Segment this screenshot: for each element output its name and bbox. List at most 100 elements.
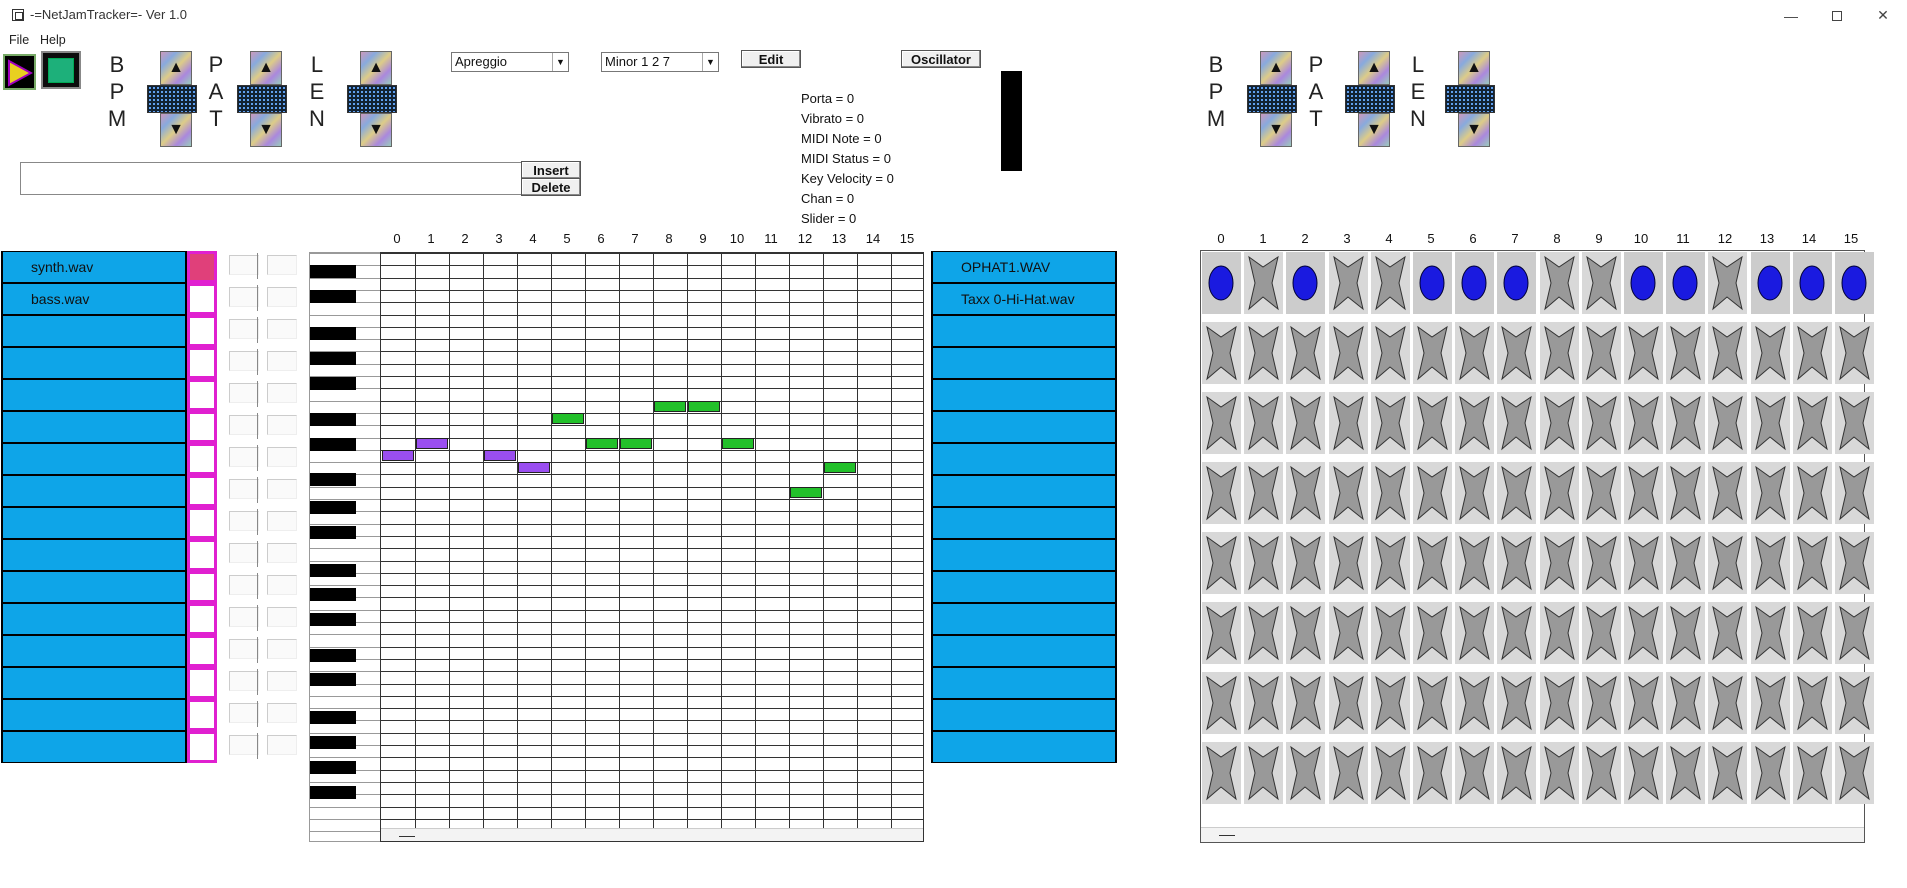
drum-cell[interactable] [1413, 532, 1452, 594]
slider-knob[interactable] [257, 253, 265, 279]
drum-cell[interactable] [1370, 252, 1410, 314]
drum-cell[interactable] [1708, 322, 1748, 384]
volume-slider[interactable] [229, 351, 259, 371]
drum-cell[interactable] [1497, 322, 1537, 384]
drum-cell[interactable] [1244, 252, 1284, 314]
drum-cell[interactable] [1708, 672, 1748, 734]
drum-cell[interactable] [1497, 532, 1537, 594]
volume-slider-pair[interactable] [225, 347, 299, 379]
drum-cell[interactable] [1708, 532, 1748, 594]
volume-slider-pair[interactable] [225, 251, 299, 283]
drum-cell[interactable] [1666, 252, 1706, 314]
drum-cell[interactable] [1244, 392, 1284, 454]
drum-cell[interactable] [1413, 322, 1452, 384]
pan-slider[interactable] [267, 703, 297, 723]
drum-cell[interactable] [1792, 322, 1832, 384]
instrument-row[interactable] [931, 507, 1117, 539]
piano-black-key[interactable] [310, 526, 356, 539]
drum-cell[interactable] [1455, 672, 1495, 734]
instrument-row[interactable] [931, 571, 1117, 603]
slider-knob[interactable] [257, 573, 265, 599]
menu-help[interactable]: Help [40, 33, 66, 47]
mute-toggle[interactable] [187, 315, 217, 347]
minimize-button[interactable]: — [1768, 0, 1814, 31]
roll-note[interactable] [484, 449, 516, 461]
drum-cell[interactable] [1581, 462, 1621, 524]
pan-slider[interactable] [267, 447, 297, 467]
drum-cell[interactable] [1370, 392, 1410, 454]
drum-cell[interactable] [1666, 672, 1706, 734]
drum-cell[interactable] [1792, 532, 1832, 594]
drum-cell[interactable] [1328, 532, 1368, 594]
mute-toggle[interactable] [187, 475, 217, 507]
slider-knob[interactable] [257, 317, 265, 343]
pat-down-button[interactable]: ▼ [250, 113, 282, 147]
drum-cell[interactable] [1328, 602, 1368, 664]
drum-cell[interactable] [1581, 252, 1621, 314]
drum-cell[interactable] [1750, 392, 1790, 454]
len-stepper[interactable]: ▲ ▼ [347, 51, 397, 147]
piano-black-key[interactable] [310, 761, 356, 774]
drum-cell[interactable] [1244, 742, 1284, 804]
drum-cell[interactable] [1202, 602, 1241, 664]
instrument-row[interactable] [931, 539, 1117, 571]
slider-knob[interactable] [257, 445, 265, 471]
mute-toggle[interactable] [187, 667, 217, 699]
drum-cell[interactable] [1286, 742, 1326, 804]
volume-slider-pair[interactable] [225, 539, 299, 571]
piano-keyboard[interactable] [309, 252, 382, 842]
drum-cell[interactable] [1244, 322, 1284, 384]
drum-cell[interactable] [1286, 252, 1326, 314]
drum-cell[interactable] [1666, 532, 1706, 594]
drum-cell[interactable] [1413, 672, 1452, 734]
instrument-row[interactable] [1, 347, 187, 379]
drum-cell[interactable] [1792, 602, 1832, 664]
drum-cell[interactable] [1286, 602, 1326, 664]
drum-cell[interactable] [1328, 392, 1368, 454]
drum-cell[interactable] [1539, 322, 1579, 384]
drum-cell[interactable] [1666, 322, 1706, 384]
drum-cell[interactable] [1581, 742, 1621, 804]
instrument-row[interactable] [1, 539, 187, 571]
drum-cell[interactable] [1792, 672, 1832, 734]
piano-black-key[interactable] [310, 413, 356, 426]
roll-note[interactable] [552, 412, 584, 424]
volume-slider-pair[interactable] [225, 507, 299, 539]
drum-cell[interactable] [1328, 742, 1368, 804]
drum-grid[interactable] [1200, 250, 1874, 843]
instrument-row[interactable] [1, 507, 187, 539]
insert-button[interactable]: Insert [521, 161, 581, 179]
drum-cell[interactable] [1455, 392, 1495, 454]
close-button[interactable]: ✕ [1860, 0, 1906, 31]
drum-cell[interactable] [1202, 742, 1241, 804]
drum-cell[interactable] [1455, 322, 1495, 384]
drum-cell[interactable] [1370, 672, 1410, 734]
piano-black-key[interactable] [310, 673, 356, 686]
pan-slider[interactable] [267, 383, 297, 403]
slider-knob[interactable] [257, 669, 265, 695]
delete-button[interactable]: Delete [521, 178, 581, 196]
drum-cell[interactable] [1413, 602, 1452, 664]
drum-cell[interactable] [1750, 742, 1790, 804]
drum-cell[interactable] [1581, 532, 1621, 594]
instrument-row[interactable] [1, 571, 187, 603]
drum-cell[interactable] [1624, 392, 1663, 454]
volume-slider-pair[interactable] [225, 699, 299, 731]
drum-cell[interactable] [1624, 742, 1663, 804]
drum-cell[interactable] [1750, 462, 1790, 524]
drum-cell[interactable] [1455, 462, 1495, 524]
instrument-row[interactable] [931, 635, 1117, 667]
instrument-row[interactable] [931, 731, 1117, 763]
drum-cell[interactable] [1286, 672, 1326, 734]
drum-cell[interactable] [1497, 462, 1537, 524]
drum-cell[interactable] [1666, 462, 1706, 524]
pan-slider[interactable] [267, 607, 297, 627]
mute-toggle[interactable] [187, 539, 217, 571]
len-up-button[interactable]: ▲ [360, 51, 392, 85]
drum-cell[interactable] [1413, 462, 1452, 524]
drum-cell[interactable] [1539, 742, 1579, 804]
volume-slider-pair[interactable] [225, 411, 299, 443]
slider-knob[interactable] [257, 381, 265, 407]
instrument-row[interactable] [1, 603, 187, 635]
instrument-row[interactable] [1, 699, 187, 731]
